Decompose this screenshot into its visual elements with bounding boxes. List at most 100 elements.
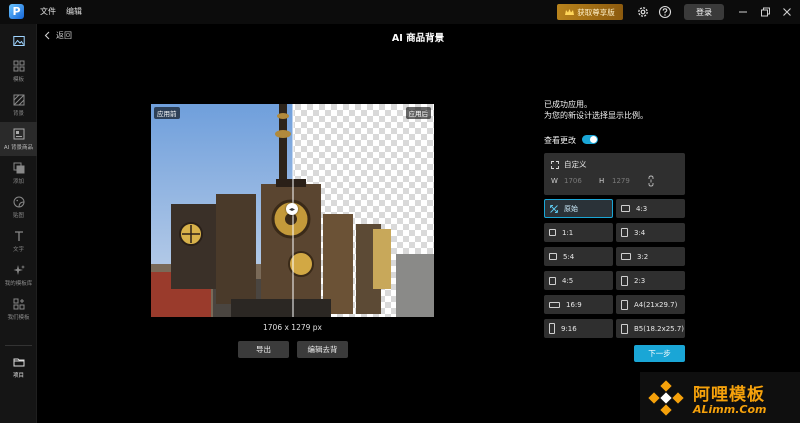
- portrait-frame-icon: [621, 275, 628, 286]
- crown-icon: [565, 8, 575, 15]
- ratio-original[interactable]: 原始: [544, 199, 613, 218]
- width-label: W: [551, 177, 558, 185]
- sidebar-item-label: 我的模板库: [4, 280, 33, 287]
- height-label: H: [599, 177, 605, 185]
- success-message: 已成功应用。 为您的新设计选择显示比例。: [544, 99, 648, 121]
- sparkle-icon: [13, 264, 25, 275]
- crop-icon: [550, 204, 558, 213]
- ratio-label: 3:2: [637, 252, 649, 261]
- close-icon[interactable]: [780, 5, 794, 19]
- sidebar-item-label: 我们模板: [7, 314, 30, 321]
- square-frame-icon: [549, 229, 556, 236]
- ratio-label: 3:4: [634, 228, 646, 237]
- ratio-label: A4(21x29.7): [634, 300, 678, 309]
- grid-icon: [13, 60, 24, 71]
- ratio-4-3[interactable]: 4:3: [616, 199, 685, 218]
- ratio-b5[interactable]: B5(18.2x25.7): [616, 319, 685, 338]
- sidebar-item-label: 添加: [12, 178, 24, 185]
- sticker-icon: [13, 196, 24, 207]
- sidebar-item-label: 贴图: [12, 212, 24, 219]
- view-changes-label: 查看更改: [544, 136, 576, 145]
- custom-size-box[interactable]: 自定义 W 1706 H 1279: [544, 153, 685, 195]
- ratio-label: 1:1: [562, 228, 574, 237]
- left-sidebar: 模板 背景 AI 背景商品 添加 贴图 文字 我的模板库 我们模板 项目: [0, 24, 37, 423]
- sidebar-item-ai-background[interactable]: AI 背景商品: [0, 122, 37, 156]
- ratio-3-4[interactable]: 3:4: [616, 223, 685, 242]
- ratio-label: 4:3: [636, 204, 648, 213]
- watermark-text-en: ALimm.Com: [693, 403, 767, 416]
- ratio-1-1[interactable]: 1:1: [544, 223, 613, 242]
- layers-icon: [13, 162, 24, 173]
- ratio-5-4[interactable]: 5:4: [544, 247, 613, 266]
- height-input[interactable]: 1279: [612, 177, 630, 185]
- portrait-frame-icon: [621, 299, 628, 310]
- sidebar-item-label: 项目: [12, 372, 24, 379]
- gear-icon[interactable]: [636, 5, 650, 19]
- landscape-frame-icon: [621, 205, 630, 212]
- ratio-label: 9:16: [561, 324, 577, 333]
- ratio-label: 原始: [564, 204, 578, 213]
- background-icon: [13, 94, 24, 105]
- drag-arrows-icon: ◂▸: [288, 205, 296, 213]
- portrait-frame-icon: [549, 323, 555, 334]
- custom-size-label: 自定义: [564, 160, 587, 169]
- ai-background-icon: [13, 128, 24, 139]
- sidebar-item-background[interactable]: 背景: [0, 88, 37, 122]
- folder-icon: [13, 358, 24, 366]
- ratio-3-2[interactable]: 3:2: [616, 247, 685, 266]
- sidebar-item-text[interactable]: 文字: [0, 224, 37, 258]
- ratio-2-3[interactable]: 2:3: [616, 271, 685, 290]
- width-input[interactable]: 1706: [564, 177, 582, 185]
- ratio-16-9[interactable]: 16:9: [544, 295, 613, 314]
- export-button[interactable]: 导出: [238, 341, 289, 358]
- ratio-label: 16:9: [566, 300, 582, 309]
- app-logo: P: [9, 4, 24, 19]
- sidebar-divider: [5, 345, 32, 346]
- image-dimensions: 1706 x 1279 px: [263, 323, 322, 332]
- sidebar-item-projects[interactable]: 项目: [0, 350, 37, 384]
- custom-size-title: 自定义: [551, 159, 587, 170]
- link-ratio-icon[interactable]: [647, 175, 655, 187]
- next-step-button[interactable]: 下一步: [634, 345, 685, 362]
- ratio-9-16[interactable]: 9:16: [544, 319, 613, 338]
- menu-file[interactable]: 文件: [40, 6, 56, 17]
- edit-cutout-button[interactable]: 编辑去背: [297, 341, 348, 358]
- ratio-a4[interactable]: A4(21x29.7): [616, 295, 685, 314]
- watermark-logo-icon: [648, 380, 684, 416]
- sidebar-item-stickers[interactable]: 贴图: [0, 190, 37, 224]
- landscape-frame-icon: [549, 253, 557, 260]
- success-line-2: 为您的新设计选择显示比例。: [544, 111, 648, 120]
- sidebar-item-my-templates[interactable]: 我的模板库: [0, 258, 37, 292]
- watermark: 阿哩模板 ALimm.Com: [640, 372, 800, 423]
- ratio-label: 4:5: [562, 276, 574, 285]
- get-premium-button[interactable]: 获取尊享版: [557, 4, 623, 20]
- view-changes-toggle[interactable]: [582, 135, 598, 144]
- help-icon[interactable]: [658, 5, 672, 19]
- success-line-1: 已成功应用。: [544, 100, 592, 109]
- sidebar-item-our-templates[interactable]: 我们模板: [0, 292, 37, 326]
- title-bar: P 文件 编辑 获取尊享版 登录: [0, 0, 800, 24]
- sidebar-item-add[interactable]: 添加: [0, 156, 37, 190]
- sidebar-item-templates[interactable]: 模板: [0, 54, 37, 88]
- ratio-4-5[interactable]: 4:5: [544, 271, 613, 290]
- after-tag: 应用后: [405, 107, 431, 119]
- landscape-frame-icon: [549, 301, 560, 308]
- compare-slider-handle[interactable]: ◂▸: [286, 203, 298, 215]
- expand-icon: [551, 160, 559, 169]
- ratio-label: B5(18.2x25.7): [634, 324, 685, 333]
- login-button[interactable]: 登录: [684, 4, 724, 20]
- watermark-text-cn: 阿哩模板: [693, 385, 765, 405]
- portrait-frame-icon: [621, 228, 628, 237]
- sidebar-item-label: 背景: [12, 110, 24, 117]
- menu-edit[interactable]: 编辑: [66, 6, 82, 17]
- before-tag: 应用前: [154, 107, 180, 119]
- template-plus-icon: [13, 298, 24, 309]
- page-title: AI 商品背景: [391, 33, 445, 44]
- landscape-frame-icon: [621, 253, 631, 260]
- sidebar-item-label: 模板: [12, 76, 24, 83]
- portrait-frame-icon: [549, 276, 556, 285]
- get-premium-label: 获取尊享版: [577, 7, 615, 17]
- restore-icon[interactable]: [758, 5, 772, 19]
- minimize-icon[interactable]: [736, 5, 750, 19]
- sidebar-item-label: AI 背景商品: [3, 144, 34, 151]
